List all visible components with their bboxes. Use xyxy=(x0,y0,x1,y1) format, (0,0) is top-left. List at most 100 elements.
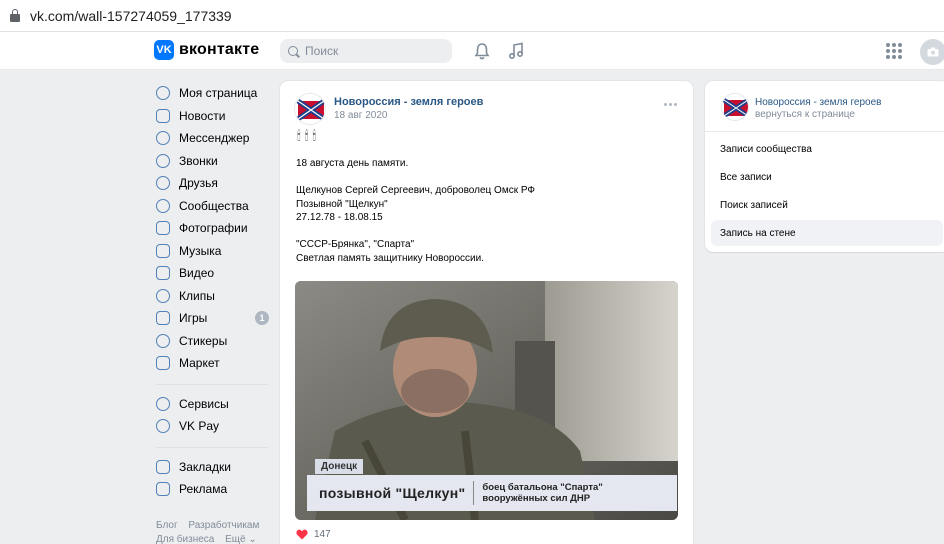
caption-bar: позывной "Щелкун" боец батальона "Спарта… xyxy=(307,475,677,511)
sidebar-item-clips[interactable]: Клипы xyxy=(156,285,280,308)
logo-text: вконтакте xyxy=(179,41,260,58)
camera-icon xyxy=(927,47,939,57)
sidebar-item-communities[interactable]: Сообщества xyxy=(156,195,280,218)
post-text-line: Позывной "Щелкун" xyxy=(296,198,388,210)
community-avatar[interactable] xyxy=(721,93,749,121)
sidebar-item-label: Клипы xyxy=(179,288,215,303)
heart-icon xyxy=(296,529,308,540)
sidebar-item-label: Моя страница xyxy=(179,86,258,101)
novorossiya-flag-icon xyxy=(295,94,325,124)
menu-item-all-posts[interactable]: Все записи xyxy=(711,164,943,190)
sidebar-item-label: Фотографии xyxy=(179,221,248,236)
community-avatar[interactable] xyxy=(294,93,326,125)
sidebar-item-label: Звонки xyxy=(179,153,218,168)
browser-address-bar[interactable]: vk.com/wall-157274059_177339 xyxy=(0,0,944,32)
lock-icon xyxy=(10,9,20,22)
clips-icon xyxy=(156,288,170,303)
sidebar-item-label: Маркет xyxy=(179,356,220,371)
sidebar-divider xyxy=(156,383,268,385)
sidebar-item-vkpay[interactable]: VK Pay xyxy=(156,415,280,438)
novorossiya-flag-icon xyxy=(722,94,748,120)
footer-link-developers[interactable]: Разработчикам xyxy=(188,520,259,531)
search-input[interactable]: Поиск xyxy=(280,39,452,63)
market-icon xyxy=(156,356,170,371)
music-icon xyxy=(156,243,170,258)
news-icon xyxy=(156,108,170,123)
sidebar-footer: Блог Разработчикам Для бизнеса Ещё ⌄ xyxy=(156,519,280,544)
post-text: 18 августа день памяти. Щелкунов Сергей … xyxy=(296,157,535,265)
video-icon xyxy=(156,266,170,281)
back-to-page-link[interactable]: вернуться к странице xyxy=(755,109,855,120)
sidebar-item-video[interactable]: Видео xyxy=(156,262,280,285)
community-name-link[interactable]: Новороссия - земля героев xyxy=(755,97,881,108)
bell-icon[interactable] xyxy=(474,42,490,60)
sidebar-item-messenger[interactable]: Мессенджер xyxy=(156,127,280,150)
post-text-line: "СССР-Брянка", "Спарта" xyxy=(296,239,415,250)
caption-role-line2: вооружённых сил ДНР xyxy=(482,493,591,504)
sidebar-item-label: Сообщества xyxy=(179,198,249,213)
sidebar-item-stickers[interactable]: Стикеры xyxy=(156,330,280,353)
ads-icon xyxy=(156,482,170,497)
games-icon xyxy=(156,311,170,326)
footer-link-more[interactable]: Ещё ⌄ xyxy=(225,534,257,544)
menu-item-community-posts[interactable]: Записи сообщества xyxy=(711,136,943,162)
post-photo[interactable]: Донецк позывной "Щелкун" боец батальона … xyxy=(295,281,678,520)
menu-item-search-posts[interactable]: Поиск записей xyxy=(711,192,943,218)
sidebar-item-games[interactable]: Игры 1 xyxy=(156,307,280,330)
sidebar-item-services[interactable]: Сервисы xyxy=(156,393,280,416)
wall-nav-card: Новороссия - земля героев вернуться к ст… xyxy=(705,81,944,252)
services-icon xyxy=(156,396,170,411)
bookmarks-icon xyxy=(156,459,170,474)
sidebar-item-bookmarks[interactable]: Закладки xyxy=(156,456,280,479)
sidebar-item-label: Стикеры xyxy=(179,333,228,348)
top-header: VK вконтакте Поиск xyxy=(0,32,944,70)
vk-logo[interactable]: VK вконтакте xyxy=(154,40,259,60)
search-icon xyxy=(288,46,298,56)
messenger-icon xyxy=(156,131,170,146)
sidebar-item-ads[interactable]: Реклама xyxy=(156,478,280,501)
sidebar-item-label: Мессенджер xyxy=(179,131,250,146)
sidebar-item-label: Закладки xyxy=(179,459,231,474)
post-text-line: Светлая память защитнику Новороссии. xyxy=(296,252,484,264)
url-text[interactable]: vk.com/wall-157274059_177339 xyxy=(30,8,232,24)
search-placeholder: Поиск xyxy=(305,44,339,58)
menu-item-wall-post[interactable]: Запись на стене xyxy=(711,220,943,246)
profile-icon xyxy=(156,86,170,101)
sidebar-item-music[interactable]: Музыка xyxy=(156,240,280,263)
post-date[interactable]: 18 авг 2020 xyxy=(334,110,387,121)
footer-link-blog[interactable]: Блог xyxy=(156,520,178,531)
candles-emoji: 🕯🕯🕯 xyxy=(297,128,321,143)
apps-grid-icon[interactable] xyxy=(886,43,902,59)
sidebar-item-photos[interactable]: Фотографии xyxy=(156,217,280,240)
sidebar-item-label: Видео xyxy=(179,266,215,281)
divider xyxy=(705,131,944,132)
post-author[interactable]: Новороссия - земля героев xyxy=(334,96,483,108)
sidebar-item-calls[interactable]: Звонки xyxy=(156,150,280,173)
footer-link-business[interactable]: Для бизнеса xyxy=(156,534,214,544)
post-more-menu-icon[interactable] xyxy=(664,103,677,106)
sidebar-item-my-page[interactable]: Моя страница xyxy=(156,82,280,105)
sidebar-item-news[interactable]: Новости xyxy=(156,105,280,128)
sidebar-item-label: Реклама xyxy=(179,482,228,497)
communities-icon xyxy=(156,198,170,213)
caption-location: Донецк xyxy=(315,459,364,474)
phone-icon xyxy=(156,153,170,168)
sidebar-item-label: Музыка xyxy=(179,243,222,258)
user-avatar[interactable] xyxy=(920,39,944,65)
stickers-icon xyxy=(156,333,170,348)
friends-icon xyxy=(156,176,170,191)
sidebar-item-label: Игры xyxy=(179,311,208,326)
sidebar-item-market[interactable]: Маркет xyxy=(156,352,280,375)
sidebar-item-friends[interactable]: Друзья xyxy=(156,172,280,195)
wall-post: Новороссия - земля героев 18 авг 2020 🕯🕯… xyxy=(280,81,693,544)
left-sidebar: Моя страница Новости Мессенджер Звонки Д… xyxy=(156,82,280,544)
sidebar-item-label: VK Pay xyxy=(179,419,220,434)
likes-count: 147 xyxy=(314,529,331,540)
sidebar-item-label: Друзья xyxy=(179,176,218,191)
music-icon[interactable] xyxy=(508,42,524,60)
caption-role-line1: боец батальона "Спарта" xyxy=(482,482,603,493)
vk-logo-icon: VK xyxy=(154,40,174,60)
like-button[interactable]: 147 xyxy=(296,529,331,540)
post-text-line: 18 августа день памяти. xyxy=(296,158,409,169)
photos-icon xyxy=(156,221,170,236)
